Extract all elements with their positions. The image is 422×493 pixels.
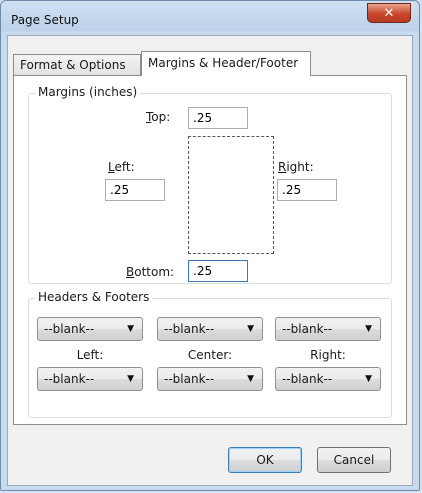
page-setup-dialog: Page Setup ✕ Format & Options Margins & … <box>0 0 420 491</box>
chevron-down-icon: ▼ <box>247 324 254 334</box>
right-margin-input[interactable] <box>277 179 337 201</box>
ok-button[interactable]: OK <box>228 447 302 473</box>
header-right-value: --blank-- <box>282 322 333 336</box>
page-preview <box>188 136 274 254</box>
chevron-down-icon: ▼ <box>247 374 254 384</box>
chevron-down-icon: ▼ <box>365 324 372 334</box>
margins-group: Margins (inches) Top: Left: Right: Botto… <box>28 85 392 284</box>
left-position-label: Left: <box>76 348 104 362</box>
margins-group-label: Margins (inches) <box>35 85 141 99</box>
footer-center-value: --blank-- <box>164 372 215 386</box>
tab-format-options[interactable]: Format & Options <box>13 54 141 75</box>
window-title: Page Setup <box>11 13 79 27</box>
close-button[interactable]: ✕ <box>367 3 411 23</box>
close-icon: ✕ <box>383 6 395 21</box>
bottom-margin-label: Bottom: <box>126 265 175 279</box>
chevron-down-icon: ▼ <box>365 374 372 384</box>
tab-margins-header-footer[interactable]: Margins & Header/Footer <box>141 51 311 76</box>
left-margin-input[interactable] <box>105 179 165 201</box>
footer-right-value: --blank-- <box>282 372 333 386</box>
header-right-select[interactable]: --blank-- ▼ <box>275 317 381 341</box>
footer-center-select[interactable]: --blank-- ▼ <box>157 367 263 391</box>
bottom-margin-input[interactable] <box>188 260 248 282</box>
header-center-select[interactable]: --blank-- ▼ <box>157 317 263 341</box>
header-center-value: --blank-- <box>164 322 215 336</box>
top-margin-label: Top: <box>146 110 171 124</box>
header-left-value: --blank-- <box>44 322 95 336</box>
cancel-button[interactable]: Cancel <box>317 447 391 473</box>
tab-panel: Margins (inches) Top: Left: Right: Botto… <box>13 75 407 425</box>
right-position-label: Right: <box>310 348 346 362</box>
chevron-down-icon: ▼ <box>127 374 134 384</box>
footer-left-value: --blank-- <box>44 372 95 386</box>
headers-footers-group-label: Headers & Footers <box>35 290 153 304</box>
dialog-client-area: Format & Options Margins & Header/Footer… <box>7 35 413 486</box>
footer-left-select[interactable]: --blank-- ▼ <box>37 367 143 391</box>
chevron-down-icon: ▼ <box>127 324 134 334</box>
header-left-select[interactable]: --blank-- ▼ <box>37 317 143 341</box>
footer-right-select[interactable]: --blank-- ▼ <box>275 367 381 391</box>
left-margin-label: Left: <box>108 160 135 174</box>
top-margin-input[interactable] <box>188 107 248 129</box>
center-position-label: Center: <box>187 348 233 362</box>
headers-footers-group: Headers & Footers --blank-- ▼ --blank-- … <box>28 290 392 418</box>
right-margin-label: Right: <box>278 160 314 174</box>
title-bar: Page Setup ✕ <box>1 1 419 35</box>
